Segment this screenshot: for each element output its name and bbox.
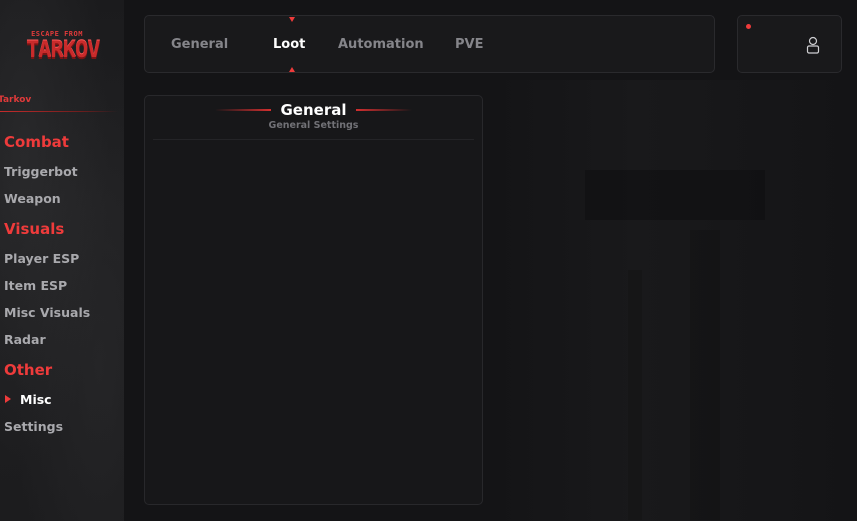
sidebar-item-weapon[interactable]: Weapon	[4, 191, 61, 206]
logo-line2: TARKOV	[26, 38, 100, 63]
status-dot	[746, 24, 751, 29]
category-visuals: Visuals	[4, 220, 65, 238]
sidebar: ESCAPE FROM TARKOV Tarkov Combat Trigger…	[0, 0, 124, 521]
title-divider-right	[356, 109, 412, 111]
sidebar-item-misc-visuals[interactable]: Misc Visuals	[4, 305, 90, 320]
user-icon[interactable]	[806, 36, 820, 54]
sidebar-item-radar[interactable]: Radar	[4, 332, 46, 347]
background-shape	[628, 270, 642, 520]
tab-active-top-marker-icon	[289, 17, 295, 22]
panel-title: General	[280, 101, 347, 119]
active-indicator-icon	[5, 395, 11, 403]
sidebar-item-misc[interactable]: Misc	[20, 392, 52, 407]
profile-panel[interactable]	[737, 15, 842, 73]
sidebar-item-item-esp[interactable]: Item ESP	[4, 278, 67, 293]
tab-bar: General Loot Automation PVE	[144, 15, 715, 73]
panel-subtitle: General Settings	[268, 120, 359, 131]
tab-automation[interactable]: Automation	[338, 37, 424, 52]
game-logo: ESCAPE FROM TARKOV	[26, 30, 100, 74]
background-art	[490, 80, 857, 521]
background-shape	[585, 170, 765, 220]
tab-active-bottom-marker-icon	[289, 67, 295, 72]
logo-line1: ESCAPE FROM	[31, 30, 83, 38]
background-shape	[690, 230, 720, 520]
sidebar-item-triggerbot[interactable]: Triggerbot	[4, 164, 78, 179]
tab-general[interactable]: General	[171, 37, 228, 52]
tab-pve[interactable]: PVE	[455, 37, 483, 52]
sidebar-item-player-esp[interactable]: Player ESP	[4, 251, 79, 266]
game-divider	[0, 111, 118, 112]
category-other: Other	[4, 361, 53, 379]
game-label: Tarkov	[0, 95, 32, 105]
general-settings-panel: General General Settings	[144, 95, 483, 505]
sidebar-item-settings[interactable]: Settings	[4, 419, 63, 434]
category-combat: Combat	[4, 133, 69, 151]
tab-loot[interactable]: Loot	[273, 37, 305, 52]
panel-divider	[153, 139, 474, 140]
